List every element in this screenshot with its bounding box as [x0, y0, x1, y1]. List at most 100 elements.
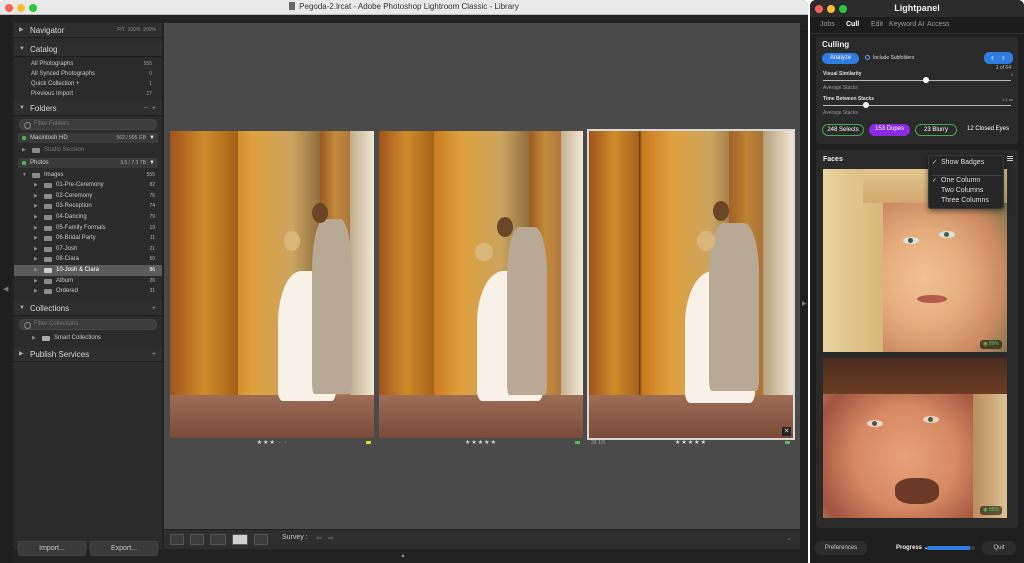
face-thumbnail[interactable]: ◉ 85% [823, 358, 1007, 518]
disclosure-triangle-icon[interactable]: ▶ [34, 244, 38, 255]
zoom-100[interactable]: 100% [128, 27, 141, 33]
star-rating[interactable]: ★★★★★ [465, 440, 497, 446]
lightpanel-title-bar[interactable]: Lightpanel [810, 0, 1024, 17]
folder-studio-session[interactable]: ▶ Studio Session [14, 145, 162, 156]
photo-cell-selected[interactable]: ✕ 33 1/3 ★★★★★ [587, 129, 795, 446]
disclosure-triangle-icon[interactable]: ▼ [19, 101, 25, 116]
collection-search-input[interactable]: Filter Collections [19, 318, 157, 330]
photo-thumbnail[interactable] [379, 131, 583, 438]
disclosure-triangle-icon[interactable]: ▶ [34, 233, 38, 244]
disclosure-triangle-icon[interactable]: ▶ [34, 180, 38, 191]
catalog-header[interactable]: ▼ Catalog [14, 42, 162, 57]
blurry-filter-button[interactable]: 23 Blurry [915, 124, 957, 136]
volume-macintosh-hd[interactable]: Macintosh HD 562 / 995 GB ▼ [18, 133, 158, 143]
disclosure-triangle-icon[interactable]: ▼ [19, 301, 25, 316]
slider-knob[interactable] [863, 102, 869, 108]
color-label-icon[interactable] [785, 441, 790, 444]
closed-eyes-filter-button[interactable]: 12 Closed Eyes [962, 124, 1014, 136]
time-between-slider[interactable] [823, 102, 1011, 108]
disclosure-triangle-icon[interactable]: ▶ [34, 191, 38, 202]
disclosure-triangle-icon[interactable]: ▶ [34, 212, 38, 223]
volume-photos[interactable]: Photos 3.5 / 7.3 TB ▼ [18, 157, 158, 168]
collapse-right-arrow-icon[interactable]: ▶ [802, 300, 807, 307]
catalog-item[interactable]: All Photographs 555 [29, 59, 158, 69]
smart-collections[interactable]: ▶ Smart Collections [14, 333, 162, 344]
folders-header[interactable]: ▼ Folders − + [14, 101, 162, 116]
menu-item-two-columns[interactable]: Two Columns [941, 187, 983, 194]
slider-knob[interactable] [923, 77, 929, 83]
toolbar-menu-icon[interactable]: ⌄ [786, 534, 792, 542]
disclosure-triangle-icon[interactable]: ▼ [22, 170, 27, 181]
folder-images[interactable]: ▼ Images 555 [14, 170, 162, 181]
right-panel-edge[interactable]: ▶ [800, 30, 808, 563]
tab-edit[interactable]: Edit [871, 21, 883, 28]
analyze-button[interactable]: Analyze [822, 53, 859, 64]
folder-item[interactable]: ▶ 02-Ceremony 76 [14, 191, 162, 202]
loupe-view-icon[interactable] [190, 534, 204, 545]
add-collection-icon[interactable]: + [152, 301, 156, 316]
volume-menu-icon[interactable]: ▼ [149, 158, 155, 168]
volume-menu-icon[interactable]: ▼ [149, 133, 155, 143]
stack-pager[interactable]: ‹ › [984, 52, 1013, 64]
folder-item[interactable]: ▶ 01-Pre-Ceremony 82 [14, 180, 162, 191]
menu-item-one-column[interactable]: One Column [941, 177, 980, 184]
disclosure-triangle-icon[interactable]: ▶ [19, 347, 24, 362]
disclosure-triangle-icon[interactable]: ▼ [19, 42, 25, 57]
folder-search-input[interactable]: Filter Folders [19, 119, 157, 130]
chevron-right-icon[interactable]: › [1002, 52, 1005, 63]
zoom-fit[interactable]: FIT [117, 27, 125, 33]
collections-header[interactable]: ▼ Collections + [14, 300, 162, 316]
disclosure-triangle-icon[interactable]: ▶ [34, 223, 38, 234]
catalog-item[interactable]: Quick Collection + 1 [29, 79, 158, 89]
tab-jobs[interactable]: Jobs [820, 21, 835, 28]
progress-dropdown[interactable]: Progress ⌄ [896, 544, 929, 551]
people-view-icon[interactable] [254, 534, 268, 545]
chevron-left-icon[interactable]: ‹ [991, 52, 994, 63]
export-button[interactable]: Export... [90, 541, 158, 556]
quit-button[interactable]: Quit [982, 541, 1016, 555]
dupes-filter-button[interactable]: 153 Dupes [869, 124, 910, 136]
folder-item[interactable]: ▶ 05-Family Formals 19 [14, 223, 162, 234]
visual-similarity-slider[interactable] [823, 77, 1011, 83]
folder-item[interactable]: ▶ Album 26 [14, 276, 162, 287]
preferences-button[interactable]: Preferences [815, 541, 867, 555]
folder-item-selected[interactable]: ▶ 10-Josh & Ciara 86 [14, 264, 162, 276]
color-label-icon[interactable] [366, 441, 371, 444]
next-arrow-icon[interactable]: ⇨ [328, 534, 334, 542]
zoom-200[interactable]: 200% [143, 27, 156, 33]
survey-view-icon[interactable] [232, 534, 248, 545]
tab-access[interactable]: Access [927, 21, 950, 28]
photo-cell[interactable]: ★★★ · · [170, 131, 374, 446]
star-rating[interactable]: ★★★★★ [675, 440, 707, 446]
disclosure-triangle-icon[interactable]: ▶ [32, 333, 36, 344]
publish-services-header[interactable]: ▶ Publish Services + [14, 347, 162, 363]
menu-item-show-badges[interactable]: Show Badges [941, 159, 984, 166]
color-label-icon[interactable] [575, 441, 580, 444]
disclosure-triangle-icon[interactable]: ▶ [22, 145, 26, 156]
compare-view-icon[interactable] [210, 534, 226, 545]
collapse-left-arrow-icon[interactable]: ◀ [3, 285, 8, 293]
import-button[interactable]: Import... [18, 541, 86, 556]
catalog-item[interactable]: All Synced Photographs 0 [29, 69, 158, 79]
title-bar[interactable]: Pegoda-2.lrcat - Adobe Photoshop Lightro… [0, 0, 808, 15]
disclosure-triangle-icon[interactable]: ▶ [19, 23, 24, 38]
include-subfolders-option[interactable]: Include Subfolders [865, 55, 914, 61]
photo-rating[interactable]: ★★★ · · [170, 438, 374, 448]
navigator-zoom-options[interactable]: FIT 100% 200% [117, 23, 156, 38]
folder-item[interactable]: ▶ 06-Bridal Party 11 [14, 233, 162, 244]
menu-item-three-columns[interactable]: Three Columns [941, 197, 989, 204]
disclosure-triangle-icon[interactable]: ▶ [34, 265, 38, 276]
photo-thumbnail[interactable] [170, 131, 374, 438]
selects-filter-button[interactable]: 248 Selects [822, 124, 864, 136]
folder-item[interactable]: ▶ 08-Ciara 50 [14, 254, 162, 265]
left-panel-edge[interactable]: ◀ [0, 15, 12, 563]
menu-icon[interactable] [1007, 156, 1013, 162]
photo-rating[interactable]: ★★★★★ [379, 438, 583, 448]
photo-rating[interactable]: 33 1/3 ★★★★★ [589, 438, 793, 448]
disclosure-triangle-icon[interactable]: ▶ [34, 201, 38, 212]
add-publish-icon[interactable]: + [152, 347, 156, 362]
navigator-header[interactable]: ▶ Navigator FIT 100% 200% [14, 23, 162, 38]
prev-arrow-icon[interactable]: ⇦ [316, 534, 322, 542]
grid-view-icon[interactable] [170, 534, 184, 545]
disclosure-triangle-icon[interactable]: ▶ [34, 276, 38, 287]
